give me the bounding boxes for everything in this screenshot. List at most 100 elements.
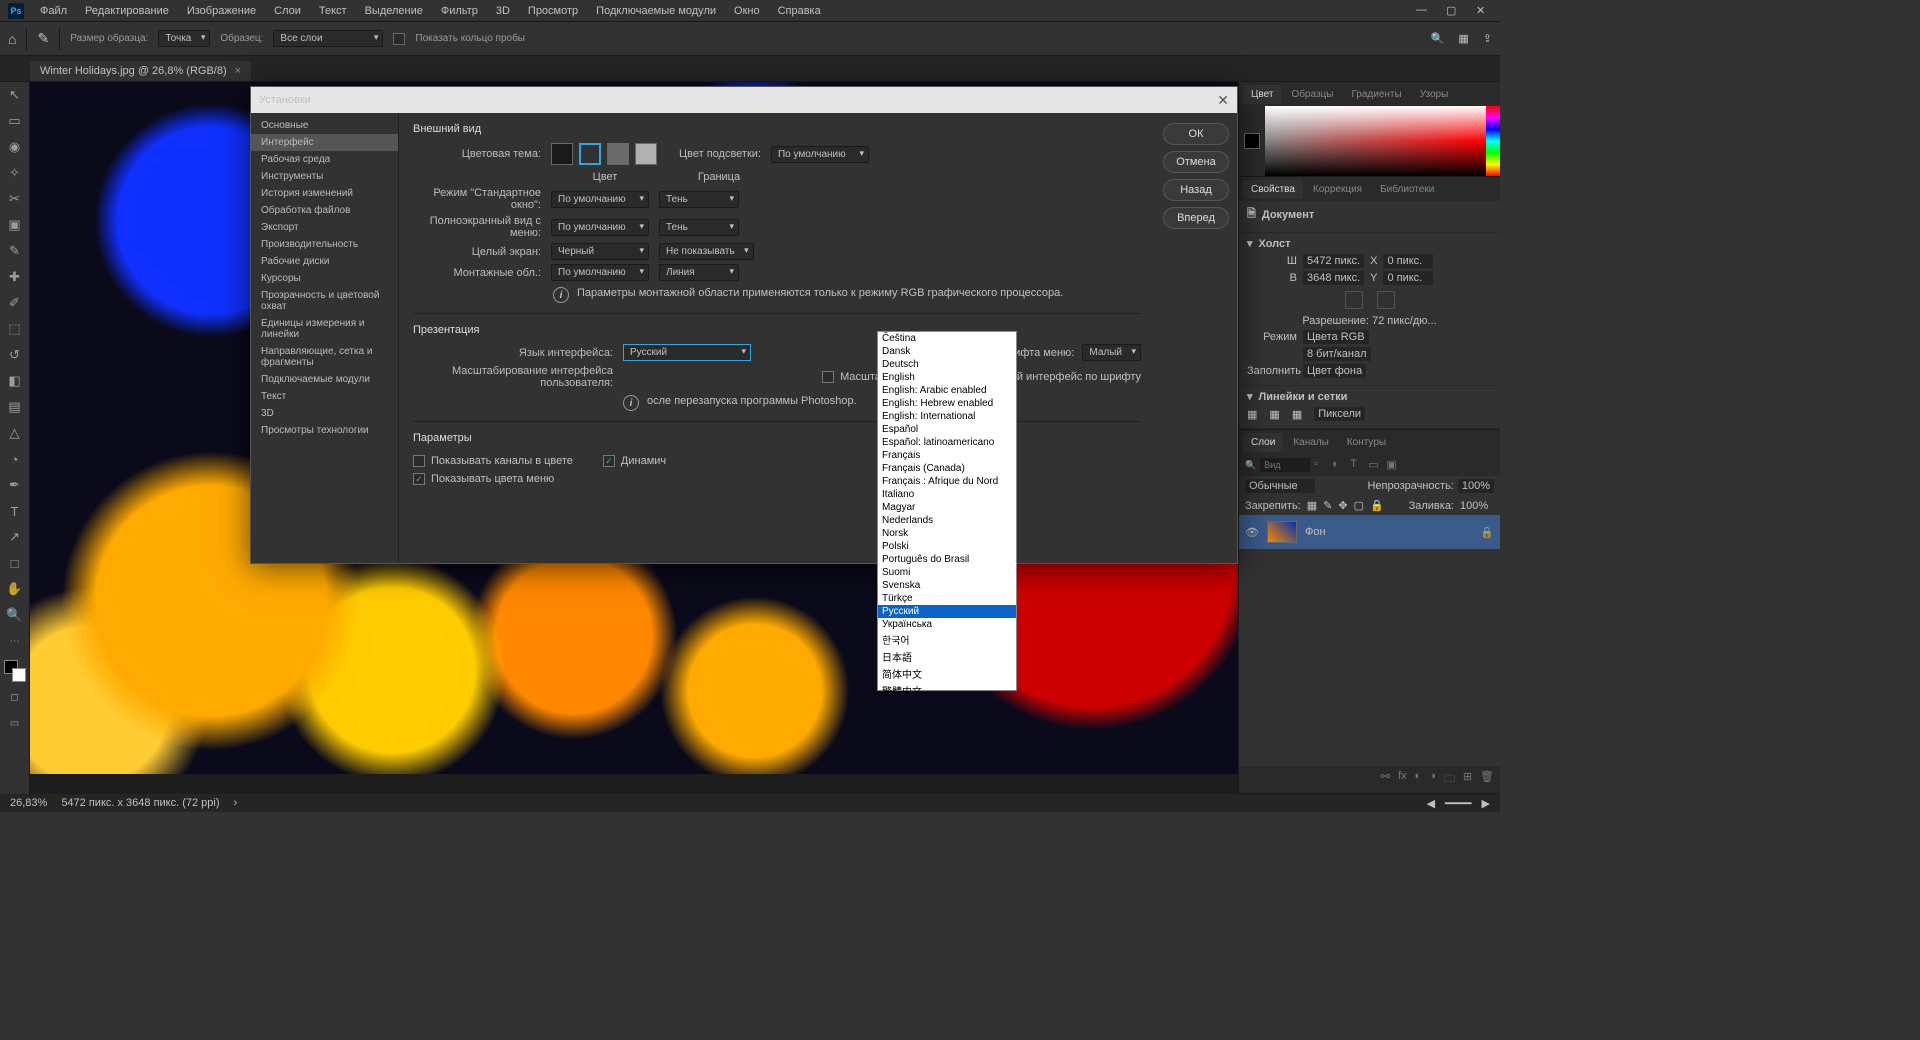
menu-item[interactable]: Справка xyxy=(770,3,829,19)
language-option[interactable]: English: Hebrew enabled xyxy=(878,397,1016,410)
dodge-tool-icon[interactable]: ◔ xyxy=(4,448,26,470)
shape-tool-icon[interactable]: □ xyxy=(4,552,26,574)
eyedropper-tool-icon[interactable]: ✎ xyxy=(4,240,26,262)
language-option[interactable]: Čeština xyxy=(878,332,1016,345)
arrange-icon[interactable]: ▦ xyxy=(1458,32,1468,45)
lock-icon[interactable]: 🔒 xyxy=(1370,499,1384,512)
std-color-dropdown[interactable]: По умолчанию xyxy=(551,191,649,208)
channels-color-checkbox[interactable] xyxy=(413,455,425,467)
pen-tool-icon[interactable]: ✒ xyxy=(4,474,26,496)
ab-color-dropdown[interactable]: По умолчанию xyxy=(551,264,649,281)
color-picker[interactable] xyxy=(1239,106,1500,176)
frame-tool-icon[interactable]: ▣ xyxy=(4,214,26,236)
visibility-icon[interactable]: 👁 xyxy=(1245,526,1259,539)
fg-bg-colors[interactable] xyxy=(4,660,26,682)
filter-shape-icon[interactable]: ▭ xyxy=(1368,458,1382,472)
prefs-sidebar-item[interactable]: 3D xyxy=(251,405,398,422)
depth-dropdown[interactable]: 8 бит/канал xyxy=(1303,347,1371,361)
edit-toolbar-icon[interactable]: ⋯ xyxy=(4,630,26,652)
filter-adj-icon[interactable]: ◐ xyxy=(1332,458,1346,472)
ruler-icon[interactable]: ▦ xyxy=(1247,408,1257,421)
menu-item[interactable]: Редактирование xyxy=(77,3,177,19)
search-icon[interactable]: 🔍 xyxy=(1431,32,1445,45)
layer-filter-input[interactable] xyxy=(1260,458,1310,472)
lock-artboard-icon[interactable]: ▢ xyxy=(1354,499,1364,512)
theme-swatch-default[interactable] xyxy=(579,143,601,165)
adj-icon[interactable]: ◑ xyxy=(1429,770,1436,789)
menu-item[interactable]: Файл xyxy=(32,3,75,19)
brush-tool-icon[interactable]: ✐ xyxy=(4,292,26,314)
mask-icon[interactable]: ◐ xyxy=(1415,770,1422,789)
zoom-level[interactable]: 26,83% xyxy=(10,797,47,809)
timeline-next-icon[interactable]: ▶ xyxy=(1482,797,1490,810)
prefs-sidebar-item[interactable]: Прозрачность и цветовой охват xyxy=(251,287,398,315)
prefs-sidebar-item[interactable]: Направляющие, сетка и фрагменты xyxy=(251,343,398,371)
prefs-sidebar-item[interactable]: Рабочие диски xyxy=(251,253,398,270)
filter-img-icon[interactable]: ▫ xyxy=(1314,458,1328,472)
fsm-border-dropdown[interactable]: Тень xyxy=(659,219,739,236)
tab-paths[interactable]: Контуры xyxy=(1339,433,1394,452)
prefs-sidebar-item[interactable]: Производительность xyxy=(251,236,398,253)
width-field[interactable]: 5472 пикс. xyxy=(1303,254,1364,268)
font-size-dropdown[interactable]: Малый xyxy=(1082,344,1141,361)
maximize-icon[interactable]: ▢ xyxy=(1438,2,1460,19)
wand-tool-icon[interactable]: ✧ xyxy=(4,162,26,184)
fill-dropdown[interactable]: Цвет фона xyxy=(1303,364,1366,378)
prefs-sidebar-item[interactable]: Подключаемые модули xyxy=(251,371,398,388)
stamp-tool-icon[interactable]: ⬚ xyxy=(4,318,26,340)
screenmode-icon[interactable]: ▭ xyxy=(4,712,26,734)
language-option[interactable]: Українська xyxy=(878,618,1016,631)
prefs-sidebar-item[interactable]: Рабочая среда xyxy=(251,151,398,168)
filter-smart-icon[interactable]: ▣ xyxy=(1386,458,1400,472)
theme-swatch-light[interactable] xyxy=(635,143,657,165)
color-gradient[interactable] xyxy=(1265,106,1486,176)
menu-item[interactable]: Текст xyxy=(311,3,355,19)
delete-icon[interactable]: 🗑 xyxy=(1480,770,1494,789)
crop-tool-icon[interactable]: ✂ xyxy=(4,188,26,210)
prefs-sidebar-item[interactable]: Обработка файлов xyxy=(251,202,398,219)
tab-channels[interactable]: Каналы xyxy=(1285,433,1337,452)
x-field[interactable]: 0 пикс. xyxy=(1383,254,1433,268)
language-option[interactable]: 简体中文 xyxy=(878,665,1016,682)
language-option[interactable]: Русский xyxy=(878,605,1016,618)
share-icon[interactable]: ⇪ xyxy=(1483,32,1492,45)
lock-pixels-icon[interactable]: ✎ xyxy=(1323,499,1332,512)
language-option[interactable]: Dansk xyxy=(878,345,1016,358)
tab-close-icon[interactable]: × xyxy=(235,65,241,77)
rulers-unit-dropdown[interactable]: Пиксели xyxy=(1314,407,1365,421)
gradient-tool-icon[interactable]: ▤ xyxy=(4,396,26,418)
fx-icon[interactable]: fx xyxy=(1398,770,1407,789)
cancel-button[interactable]: Отмена xyxy=(1163,151,1229,173)
dynamic-checkbox[interactable]: ✓ xyxy=(603,455,615,467)
timeline-prev-icon[interactable]: ◀ xyxy=(1427,797,1435,810)
menu-colors-checkbox[interactable]: ✓ xyxy=(413,473,425,485)
eraser-tool-icon[interactable]: ◧ xyxy=(4,370,26,392)
history-brush-icon[interactable]: ↺ xyxy=(4,344,26,366)
tab-adjustments[interactable]: Коррекция xyxy=(1305,180,1370,199)
language-option[interactable]: Português do Brasil xyxy=(878,553,1016,566)
minimize-icon[interactable]: — xyxy=(1408,2,1430,19)
guides-icon[interactable]: ▦ xyxy=(1292,408,1302,421)
scale-font-checkbox[interactable] xyxy=(822,371,834,383)
lock-all-icon[interactable]: ▦ xyxy=(1307,499,1317,512)
menu-item[interactable]: Фильтр xyxy=(433,3,486,19)
theme-swatch-medium[interactable] xyxy=(607,143,629,165)
highlight-dropdown[interactable]: По умолчанию xyxy=(771,146,869,163)
dialog-close-icon[interactable]: ✕ xyxy=(1217,92,1229,109)
language-option[interactable]: Nederlands xyxy=(878,514,1016,527)
new-layer-icon[interactable]: ⊞ xyxy=(1463,770,1472,789)
language-option[interactable]: Deutsch xyxy=(878,358,1016,371)
language-option[interactable]: English xyxy=(878,371,1016,384)
hue-slider[interactable] xyxy=(1486,106,1500,176)
prefs-sidebar-item[interactable]: Единицы измерения и линейки xyxy=(251,315,398,343)
std-border-dropdown[interactable]: Тень xyxy=(659,191,739,208)
menu-item[interactable]: Подключаемые модули xyxy=(588,3,724,19)
opacity-field[interactable]: 100% xyxy=(1458,479,1494,493)
filter-type-icon[interactable]: T xyxy=(1350,458,1364,472)
language-option[interactable]: English: International xyxy=(878,410,1016,423)
prefs-sidebar-item[interactable]: Основные xyxy=(251,117,398,134)
tab-swatches[interactable]: Образцы xyxy=(1283,85,1341,104)
language-option[interactable]: Français : Afrique du Nord xyxy=(878,475,1016,488)
lock-pos-icon[interactable]: ✥ xyxy=(1338,499,1347,512)
tab-patterns[interactable]: Узоры xyxy=(1412,85,1457,104)
